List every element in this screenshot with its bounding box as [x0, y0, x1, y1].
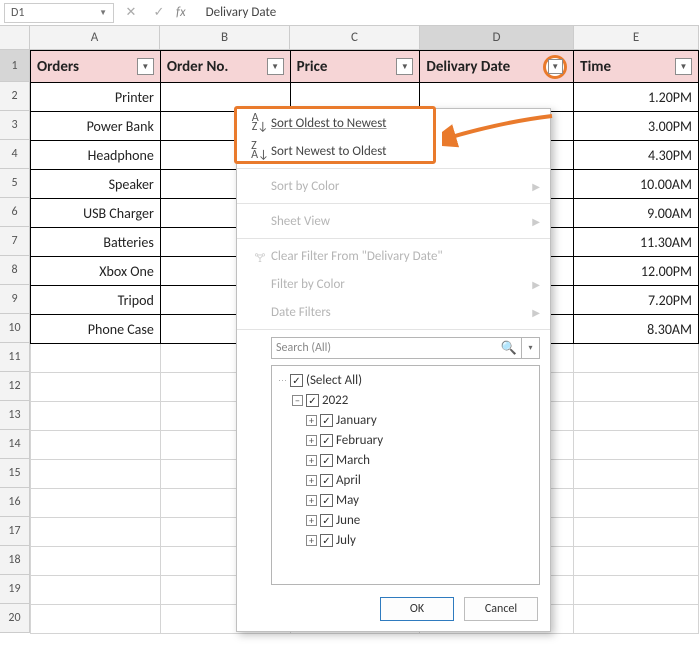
tree-month[interactable]: +✓March	[278, 450, 533, 470]
expand-icon[interactable]: +	[306, 455, 317, 466]
menu-sort-by-color[interactable]: Sort by Color▶	[237, 172, 550, 200]
expand-icon[interactable]: +	[306, 475, 317, 486]
fx-icon[interactable]: fx	[176, 5, 186, 20]
filter-button-delivery-date[interactable]: ▼	[543, 55, 567, 79]
row-header-16[interactable]: 16	[0, 488, 30, 517]
checkbox-icon[interactable]: ✓	[290, 374, 303, 387]
tree-year[interactable]: −✓2022	[278, 390, 533, 410]
row-header-1[interactable]: 1	[0, 50, 30, 82]
search-dropdown[interactable]: ▾	[522, 337, 540, 359]
checkbox-icon[interactable]: ✓	[306, 394, 319, 407]
col-header-e[interactable]: E	[574, 26, 699, 50]
hdr-order-no: Order No.	[167, 58, 229, 76]
checkbox-icon[interactable]: ✓	[320, 434, 333, 447]
menu-filter-by-color: Filter by Color▶	[237, 270, 550, 298]
row-header-18[interactable]: 18	[0, 546, 30, 575]
row-headers: 1 2 3 4 5 6 7 8 9 10 11 12 13 14 15 16 1…	[0, 50, 30, 633]
col-header-b[interactable]: B	[160, 26, 290, 50]
row-header-17[interactable]: 17	[0, 517, 30, 546]
tree-month[interactable]: +✓April	[278, 470, 533, 490]
ok-button[interactable]: OK	[380, 597, 454, 621]
checkbox-icon[interactable]: ✓	[320, 414, 333, 427]
accept-formula-icon: ✓	[148, 5, 170, 20]
cancel-button[interactable]: Cancel	[464, 597, 538, 621]
hdr-delivery-date: Delivary Date	[426, 58, 510, 76]
table-header-row: Orders ▼ Order No. ▼ Price ▼ Delivary Date ▼…	[31, 51, 699, 83]
filter-search-input[interactable]: Search (All)🔍	[271, 337, 522, 359]
filter-button-order-no[interactable]: ▼	[267, 58, 284, 75]
name-box-value: D1	[11, 6, 24, 20]
row-header-8[interactable]: 8	[0, 256, 30, 285]
expand-icon[interactable]: +	[306, 435, 317, 446]
name-box[interactable]: D1 ▼	[4, 3, 114, 23]
menu-sort-oldest[interactable]: AZ↓Sort Oldest to Newest	[237, 109, 550, 137]
col-header-a[interactable]: A	[30, 26, 160, 50]
tree-month[interactable]: +✓June	[278, 510, 533, 530]
row-header-14[interactable]: 14	[0, 430, 30, 459]
row-header-2[interactable]: 2	[0, 82, 30, 111]
row-header-10[interactable]: 10	[0, 314, 30, 343]
checkbox-icon[interactable]: ✓	[320, 494, 333, 507]
search-icon: 🔍	[501, 341, 517, 356]
column-headers: A B C D E	[30, 26, 699, 50]
row-header-11[interactable]: 11	[0, 343, 30, 372]
chevron-right-icon: ▶	[532, 180, 540, 193]
menu-sort-newest[interactable]: ZA↓Sort Newest to Oldest	[237, 137, 550, 165]
formula-bar: D1 ▼ ✕ ✓ fx Delivary Date	[0, 0, 699, 26]
filter-values-tree[interactable]: ⋯✓(Select All) −✓2022 +✓January +✓Februa…	[271, 365, 540, 585]
tree-month[interactable]: +✓July	[278, 530, 533, 550]
sort-desc-icon: ZA↓	[249, 142, 271, 160]
menu-sheet-view[interactable]: Sheet View▶	[237, 207, 550, 235]
row-header-19[interactable]: 19	[0, 575, 30, 604]
row-header-5[interactable]: 5	[0, 169, 30, 198]
row-header-7[interactable]: 7	[0, 227, 30, 256]
checkbox-icon[interactable]: ✓	[320, 534, 333, 547]
clear-filter-icon: 🝖	[249, 244, 271, 269]
cancel-formula-icon: ✕	[120, 5, 142, 20]
checkbox-icon[interactable]: ✓	[320, 514, 333, 527]
row-header-12[interactable]: 12	[0, 372, 30, 401]
row-header-3[interactable]: 3	[0, 111, 30, 140]
expand-icon[interactable]: +	[306, 515, 317, 526]
tree-month[interactable]: +✓January	[278, 410, 533, 430]
col-header-d[interactable]: D	[420, 26, 574, 50]
chevron-down-icon[interactable]: ▼	[99, 8, 107, 18]
row-header-9[interactable]: 9	[0, 285, 30, 314]
hdr-price: Price	[297, 58, 328, 76]
expand-icon[interactable]: +	[306, 415, 317, 426]
row-header-6[interactable]: 6	[0, 198, 30, 227]
row-header-15[interactable]: 15	[0, 459, 30, 488]
row-header-4[interactable]: 4	[0, 140, 30, 169]
filter-button-time[interactable]: ▼	[675, 58, 692, 75]
select-all-triangle[interactable]	[0, 26, 30, 50]
chevron-right-icon: ▶	[532, 278, 540, 291]
hdr-orders: Orders	[37, 58, 79, 76]
tree-select-all[interactable]: ⋯✓(Select All)	[278, 370, 533, 390]
checkbox-icon[interactable]: ✓	[320, 454, 333, 467]
expand-icon[interactable]: +	[306, 535, 317, 546]
row-header-20[interactable]: 20	[0, 604, 30, 633]
collapse-icon[interactable]: −	[292, 395, 303, 406]
menu-date-filters[interactable]: Date Filters▶	[237, 298, 550, 326]
checkbox-icon[interactable]: ✓	[320, 474, 333, 487]
filter-dropdown-menu: AZ↓Sort Oldest to Newest ZA↓Sort Newest …	[236, 108, 551, 632]
tree-month[interactable]: +✓February	[278, 430, 533, 450]
chevron-right-icon: ▶	[532, 306, 540, 319]
formula-input[interactable]: Delivary Date	[192, 5, 695, 20]
filter-button-price[interactable]: ▼	[396, 58, 413, 75]
tree-month[interactable]: +✓May	[278, 490, 533, 510]
col-header-c[interactable]: C	[290, 26, 420, 50]
chevron-right-icon: ▶	[532, 215, 540, 228]
menu-clear-filter: 🝖Clear Filter From "Delivary Date"	[237, 242, 550, 270]
expand-icon[interactable]: +	[306, 495, 317, 506]
hdr-time: Time	[580, 58, 611, 76]
filter-button-orders[interactable]: ▼	[137, 58, 154, 75]
row-header-13[interactable]: 13	[0, 401, 30, 430]
sort-asc-icon: AZ↓	[249, 114, 271, 132]
